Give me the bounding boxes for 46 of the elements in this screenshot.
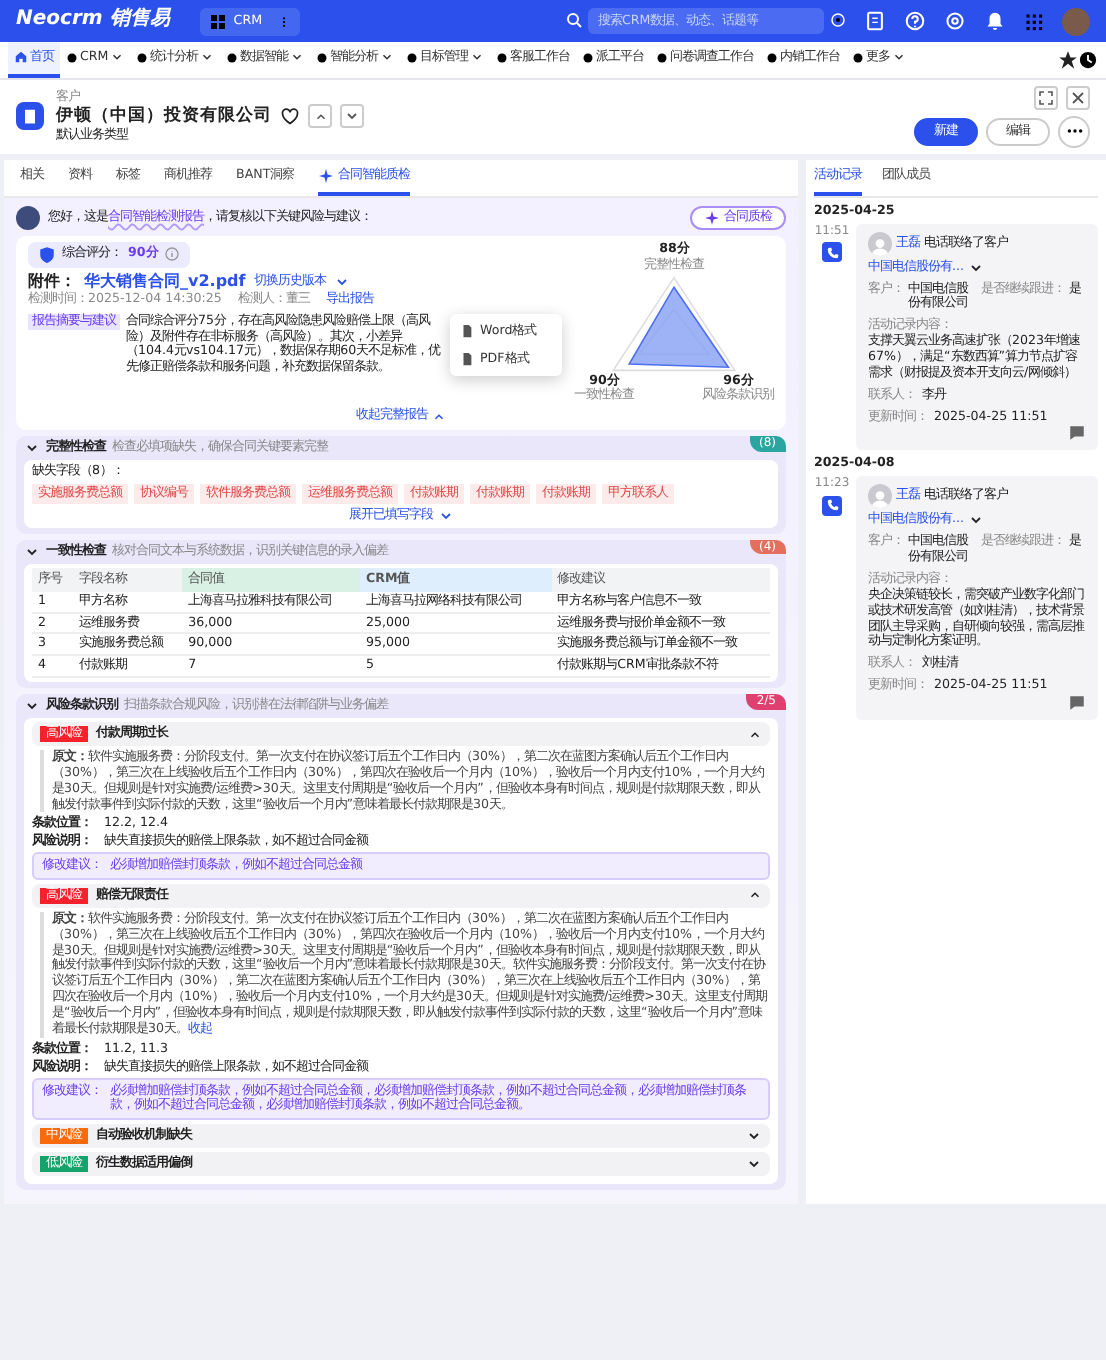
comment-icon	[1068, 424, 1086, 443]
avatar-icon	[868, 231, 892, 256]
attachment-label: 附件：	[28, 271, 76, 291]
info-icon	[163, 246, 180, 263]
help-icon	[904, 10, 926, 32]
sparkle-icon	[704, 209, 720, 226]
note-icon	[864, 10, 886, 32]
chevron-down-icon	[24, 698, 40, 715]
settings-icon	[944, 10, 966, 32]
brand-logo[interactable]: Neocrm 销售易	[16, 8, 170, 34]
home-icon	[14, 50, 28, 65]
caret-icon	[437, 507, 453, 524]
caret-icon	[968, 512, 985, 529]
chevron-down-icon	[24, 440, 40, 457]
heart-icon	[280, 106, 300, 127]
chevron-up-icon	[748, 727, 762, 742]
apps-icon	[1024, 11, 1044, 31]
shield-icon	[38, 245, 56, 264]
close-button[interactable]	[1066, 85, 1090, 110]
next-button[interactable]	[340, 104, 364, 129]
star-icon	[1058, 49, 1078, 70]
dots-icon	[277, 13, 290, 29]
caret-icon	[968, 259, 985, 276]
expand-icon	[1038, 89, 1054, 106]
chevron-up-icon	[432, 409, 446, 424]
caret-icon	[333, 273, 350, 290]
close-icon	[1070, 89, 1086, 106]
radar-drawing	[610, 273, 738, 374]
record-title: 伊顿（中国）投资有限公司	[56, 106, 272, 127]
file-link[interactable]: 华大销售合同_v2.pdf	[84, 271, 246, 292]
sparkle-icon	[318, 167, 335, 184]
previous-button[interactable]	[308, 104, 332, 129]
avatar-icon	[868, 484, 892, 509]
grid-icon	[209, 13, 226, 29]
bell-icon	[984, 10, 1006, 32]
more-button[interactable]	[1058, 115, 1090, 148]
chevron-up-icon	[313, 109, 327, 124]
clear-icon	[830, 12, 846, 29]
chevron-up-icon	[748, 888, 762, 903]
comment-icon	[1068, 694, 1086, 713]
assistant-avatar	[16, 205, 40, 230]
fullscreen-button[interactable]	[1034, 85, 1058, 110]
search-icon	[566, 12, 582, 29]
chevron-down-icon	[24, 543, 40, 560]
clock-icon	[1078, 49, 1098, 70]
chevron-down-icon	[344, 108, 360, 125]
